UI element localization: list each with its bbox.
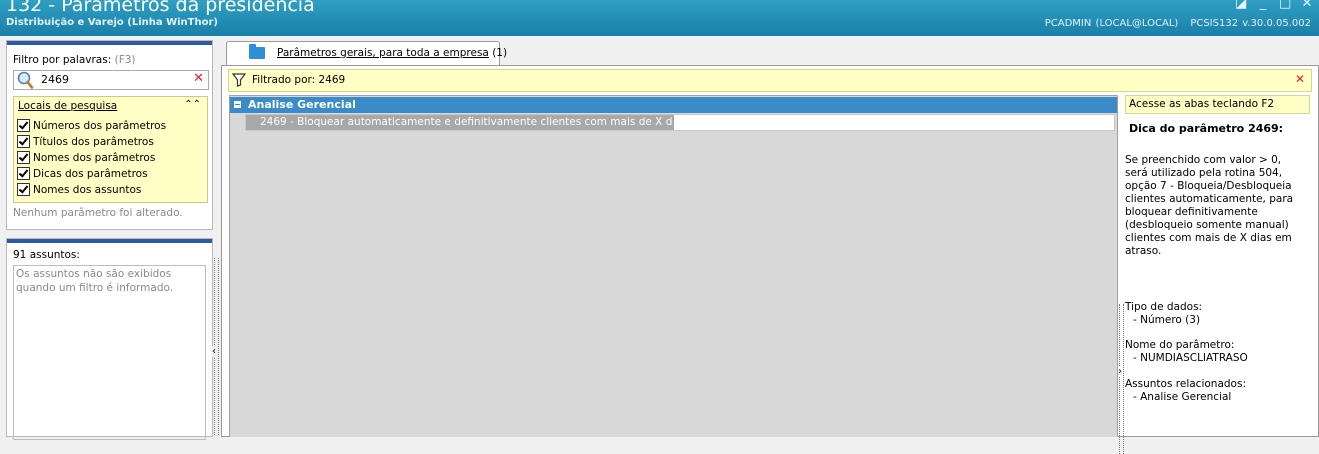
search-locations-box: Locais de pesquisa ⌃⌃ Números dos parâme… bbox=[13, 96, 208, 203]
param-name-label: Nome do parâmetro: bbox=[1125, 339, 1235, 351]
search-value: 2469 bbox=[41, 73, 69, 86]
clear-filter-icon[interactable]: ✕ bbox=[1295, 72, 1305, 86]
param-name-value: - NUMDIASCLIATRASO bbox=[1133, 352, 1248, 364]
splitter-grip[interactable] bbox=[1119, 304, 1124, 454]
tab-count: (1) bbox=[492, 47, 508, 59]
tab-hint-text: Acesse as abas teclando F2 bbox=[1129, 98, 1275, 110]
related-subjects-section: Assuntos relacionados: - Analise Gerenci… bbox=[1125, 378, 1246, 404]
hint-pane: Acesse as abas teclando F2 Dica do parâm… bbox=[1125, 95, 1311, 435]
checkbox[interactable] bbox=[17, 119, 30, 132]
maximize-icon[interactable]: □ bbox=[1279, 0, 1291, 11]
filter-label-text: Filtro por palavras: bbox=[13, 54, 112, 66]
folder-icon bbox=[249, 44, 265, 59]
user-label: PCADMIN (LOCAL@LOCAL) bbox=[1044, 18, 1179, 29]
tab-label: Parâmetros gerais, para toda a empresa (… bbox=[277, 47, 507, 59]
panel-topbar bbox=[7, 41, 212, 45]
tab-hint: Acesse as abas teclando F2 bbox=[1125, 95, 1310, 114]
subjects-count: 91 assuntos: bbox=[13, 249, 80, 261]
filter-bar: Filtrado por: 2469 ✕ bbox=[228, 69, 1312, 92]
option-label: Dicas dos parâmetros bbox=[33, 167, 148, 180]
session-info: PCADMIN (LOCAL@LOCAL) PCSIS132 v.30.0.05.… bbox=[1033, 18, 1311, 29]
option-nomes[interactable]: Nomes dos parâmetros bbox=[17, 150, 155, 165]
filter-shortcut-hint: (F3) bbox=[114, 54, 136, 66]
option-label: Títulos dos parâmetros bbox=[33, 135, 154, 148]
related-subjects-value: - Analise Gerencial bbox=[1133, 391, 1232, 403]
tab-title: Parâmetros gerais, para toda a empresa bbox=[277, 47, 489, 59]
group-header[interactable]: Analise Gerencial bbox=[230, 97, 1117, 113]
tab-content: Filtrado por: 2469 ✕ Analise Gerencial 2… bbox=[221, 65, 1319, 454]
window-title: 132 - Parâmetros da presidência bbox=[6, 0, 315, 16]
close-icon[interactable]: ✕ bbox=[1301, 0, 1313, 11]
collapse-icon[interactable]: ⌃⌃ bbox=[184, 99, 201, 110]
collapse-group-icon[interactable] bbox=[234, 101, 241, 108]
filter-panel: Filtro por palavras: (F3) 2469 ✕ Locais … bbox=[6, 40, 213, 230]
related-subjects-label: Assuntos relacionados: bbox=[1125, 378, 1246, 390]
status-text: Nenhum parâmetro foi alterado. bbox=[13, 207, 183, 219]
option-dicas[interactable]: Dicas dos parâmetros bbox=[17, 166, 148, 181]
version-label: PCSIS132 v.30.0.05.002 bbox=[1190, 18, 1311, 29]
option-titulos[interactable]: Títulos dos parâmetros bbox=[17, 134, 154, 149]
window-subtitle: Distribuição e Varejo (Linha WinThor) bbox=[6, 17, 218, 28]
panel-topbar bbox=[7, 239, 212, 243]
collapse-left-icon[interactable]: ‹ bbox=[212, 346, 216, 357]
filter-text: Filtrado por: 2469 bbox=[252, 74, 346, 86]
data-type-section: Tipo de dados: - Número (3) bbox=[1125, 301, 1202, 327]
parameters-grid: Analise Gerencial 2469 - Bloquear automa… bbox=[229, 95, 1118, 437]
search-input[interactable]: 2469 ✕ bbox=[13, 70, 209, 90]
checkbox[interactable] bbox=[17, 167, 30, 180]
option-label: Nomes dos assuntos bbox=[33, 183, 142, 196]
option-numeros[interactable]: Números dos parâmetros bbox=[17, 118, 166, 133]
funnel-icon bbox=[232, 73, 246, 87]
left-splitter[interactable]: ‹ bbox=[212, 258, 220, 435]
option-assuntos[interactable]: Nomes dos assuntos bbox=[17, 182, 141, 197]
minimize-icon[interactable]: _ bbox=[1257, 0, 1269, 11]
parameter-title: 2469 - Bloquear automaticamente e defini… bbox=[260, 116, 672, 128]
restore-icon[interactable]: ◪ bbox=[1235, 0, 1247, 11]
collapse-right-icon[interactable]: › bbox=[1118, 366, 1122, 377]
search-icon bbox=[17, 71, 34, 89]
subjects-panel: 91 assuntos: Os assuntos não são exibido… bbox=[6, 238, 213, 440]
main-area: Parâmetros gerais, para toda a empresa (… bbox=[221, 38, 1319, 454]
option-label: Números dos parâmetros bbox=[33, 119, 167, 132]
parameter-row-selection: 2469 - Bloquear automaticamente e defini… bbox=[246, 115, 674, 130]
right-splitter[interactable]: › bbox=[1118, 66, 1124, 454]
data-type-value: - Número (3) bbox=[1133, 314, 1201, 326]
subjects-list[interactable]: Os assuntos não são exibidos quando um f… bbox=[13, 265, 206, 440]
option-label: Nomes dos parâmetros bbox=[33, 151, 156, 164]
checkbox[interactable] bbox=[17, 183, 30, 196]
dica-text: Se preenchido com valor > 0, será utiliz… bbox=[1125, 154, 1294, 257]
window-controls: ◪ _ □ ✕ bbox=[1235, 0, 1313, 11]
data-type-label: Tipo de dados: bbox=[1125, 301, 1203, 313]
title-bar: 132 - Parâmetros da presidência Distribu… bbox=[0, 0, 1319, 36]
filter-label: Filtro por palavras: (F3) bbox=[13, 54, 136, 66]
checkbox[interactable] bbox=[17, 151, 30, 164]
tab-parametros-gerais[interactable]: Parâmetros gerais, para toda a empresa (… bbox=[226, 41, 507, 66]
checkbox[interactable] bbox=[17, 135, 30, 148]
parameter-row[interactable]: 2469 - Bloquear automaticamente e defini… bbox=[245, 114, 1115, 131]
clear-search-icon[interactable]: ✕ bbox=[193, 71, 204, 86]
dica-title: Dica do parâmetro 2469: bbox=[1129, 122, 1284, 135]
param-name-section: Nome do parâmetro: - NUMDIASCLIATRASO bbox=[1125, 339, 1248, 365]
search-locations-title: Locais de pesquisa bbox=[18, 100, 118, 112]
group-label: Analise Gerencial bbox=[248, 98, 356, 111]
